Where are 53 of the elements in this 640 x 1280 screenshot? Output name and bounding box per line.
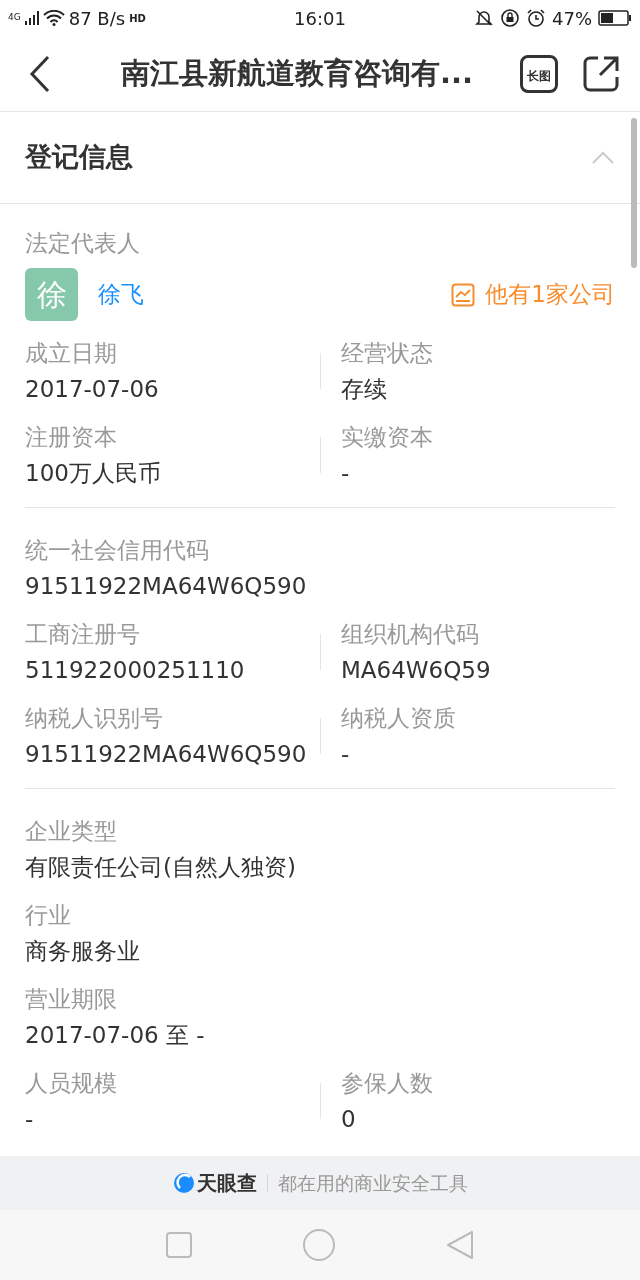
field-value: 有限责任公司(自然人独资) bbox=[25, 853, 297, 882]
field-label: 法定代表人 bbox=[25, 229, 141, 258]
field-value: 0 bbox=[341, 1105, 357, 1134]
field-label: 成立日期 bbox=[25, 339, 118, 368]
field-label: 企业类型 bbox=[25, 817, 118, 846]
share-icon bbox=[582, 54, 620, 93]
logo-icon bbox=[172, 1172, 195, 1194]
field-value: 511922000251110 bbox=[25, 656, 246, 685]
field-label: 纳税人资质 bbox=[341, 704, 457, 733]
field-label: 参保人数 bbox=[341, 1069, 434, 1098]
slogan: 都在用的商业安全工具 bbox=[277, 1170, 468, 1196]
chart-icon bbox=[451, 282, 476, 307]
rotation-lock-icon bbox=[500, 8, 520, 28]
field-value: - bbox=[341, 459, 351, 488]
field-value: 2017-07-06 至 - bbox=[25, 1021, 206, 1050]
signal-icon bbox=[24, 11, 39, 25]
field-value: 91511922MA64W6Q590 bbox=[25, 740, 308, 769]
home-button[interactable] bbox=[303, 1229, 335, 1261]
mute-icon bbox=[474, 8, 494, 28]
field-value: 91511922MA64W6Q590 bbox=[25, 572, 308, 601]
field-label: 经营状态 bbox=[341, 339, 434, 368]
field-label: 营业期限 bbox=[25, 985, 118, 1014]
network-type: 4G bbox=[8, 10, 21, 24]
wifi-icon bbox=[42, 10, 65, 26]
share-button[interactable] bbox=[582, 54, 620, 93]
field-label: 注册资本 bbox=[25, 423, 118, 452]
field-label: 行业 bbox=[25, 901, 72, 930]
field-value: 2017-07-06 bbox=[25, 375, 160, 404]
clock: 16:01 bbox=[293, 6, 347, 31]
back-icon bbox=[29, 54, 51, 93]
field-value: 商务服务业 bbox=[25, 937, 141, 966]
back-nav-button[interactable] bbox=[446, 1230, 475, 1260]
field-value: - bbox=[25, 1105, 35, 1134]
field-label: 组织机构代码 bbox=[341, 620, 480, 649]
brand-name: 天眼查 bbox=[196, 1170, 257, 1197]
avatar: 徐 bbox=[25, 268, 78, 321]
field-value: 100万人民币 bbox=[25, 459, 162, 488]
field-label: 工商注册号 bbox=[25, 620, 141, 649]
alarm-icon bbox=[526, 8, 546, 28]
recent-apps-button[interactable] bbox=[165, 1232, 192, 1258]
battery-percent: 47% bbox=[552, 6, 592, 31]
field-value: 存续 bbox=[341, 375, 388, 404]
field-label: 纳税人识别号 bbox=[25, 704, 164, 733]
hd-call-indicator: HD bbox=[129, 11, 146, 26]
field-label: 统一社会信用代码 bbox=[25, 536, 210, 565]
field-label: 人员规模 bbox=[25, 1069, 118, 1098]
network-speed: 87 B/s bbox=[68, 6, 126, 31]
field-value: MA64W6Q59 bbox=[341, 656, 492, 685]
long-image-button[interactable]: 长图 bbox=[520, 54, 558, 93]
page-title: 南江县新航道教育咨询有... bbox=[119, 54, 475, 92]
field-label: 实缴资本 bbox=[341, 423, 434, 452]
field-value: - bbox=[341, 740, 351, 769]
battery-icon bbox=[598, 10, 632, 26]
